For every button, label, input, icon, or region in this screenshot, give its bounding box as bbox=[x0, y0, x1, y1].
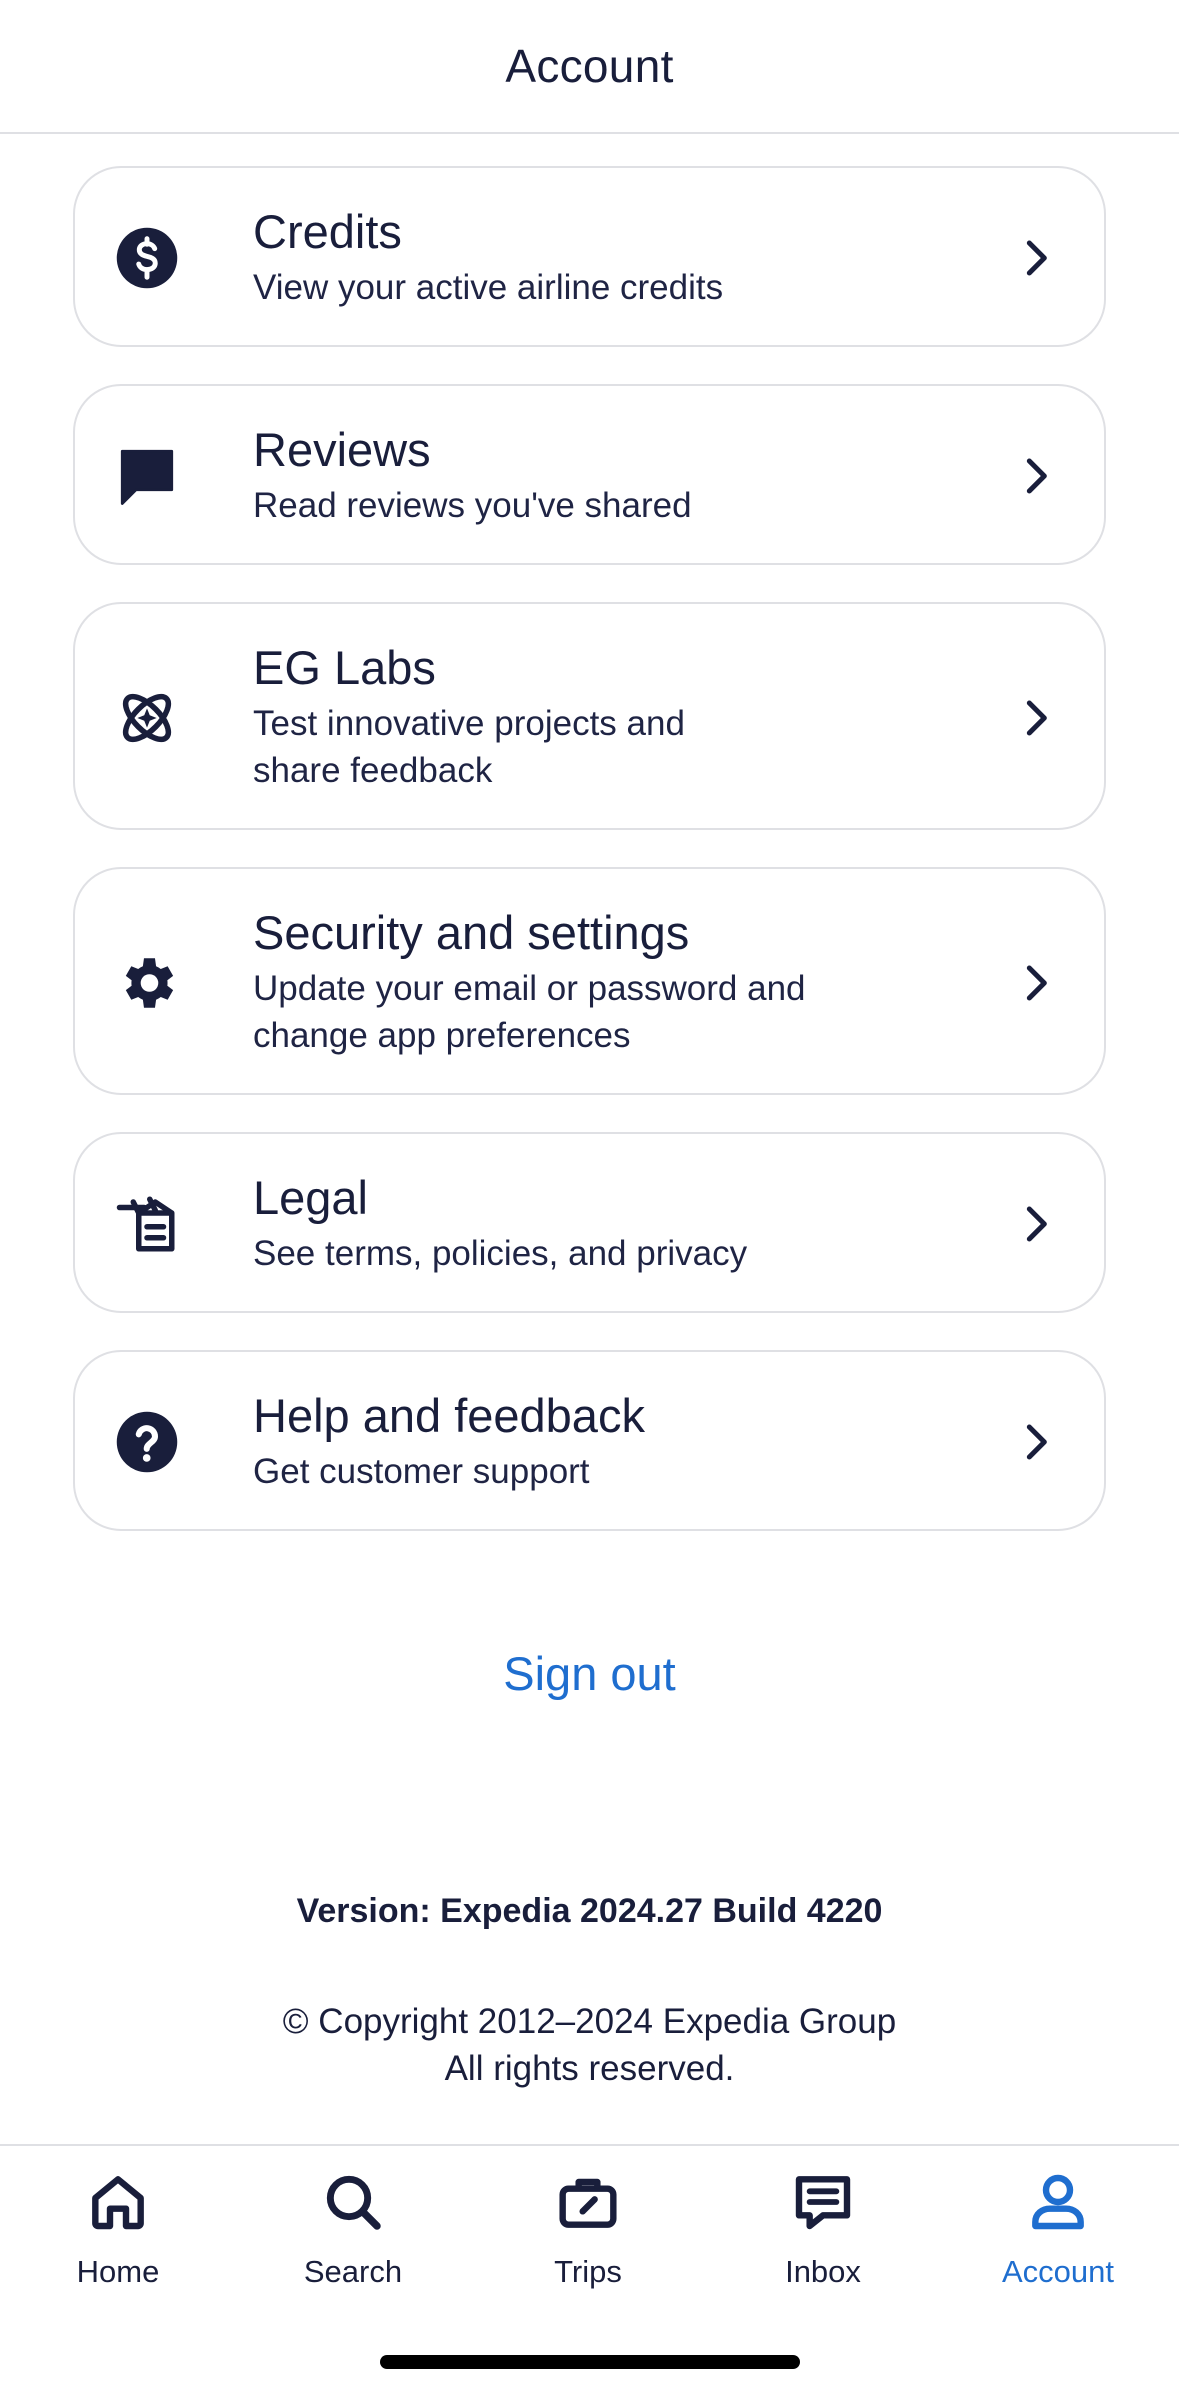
tab-search[interactable]: Search bbox=[235, 2146, 471, 2316]
card-subtitle: View your active airline credits bbox=[253, 268, 724, 307]
card-subtitle: See terms, policies, and privacy bbox=[253, 1234, 748, 1273]
security-settings-card[interactable]: Security and settings Update your email … bbox=[73, 867, 1106, 1095]
chat-bubble-icon bbox=[111, 440, 183, 512]
chevron-right-icon bbox=[1016, 963, 1056, 1003]
card-title: Legal bbox=[253, 1171, 368, 1224]
search-icon bbox=[326, 2175, 381, 2230]
gear-icon bbox=[111, 947, 183, 1019]
card-subtitle: Update your email or password and change… bbox=[253, 969, 806, 1055]
chevron-right-icon bbox=[1016, 698, 1056, 738]
eg-labs-card[interactable]: EG Labs Test innovative projects and sha… bbox=[73, 602, 1106, 830]
home-indicator[interactable] bbox=[380, 2355, 800, 2369]
suitcase-icon bbox=[559, 2178, 617, 2228]
card-subtitle: Get customer support bbox=[253, 1452, 590, 1491]
card-title: Help and feedback bbox=[253, 1389, 645, 1442]
tab-label: Account bbox=[1001, 2254, 1114, 2289]
card-title: Credits bbox=[253, 205, 402, 258]
chevron-right-icon bbox=[1016, 1422, 1056, 1462]
legal-document-icon bbox=[111, 1188, 183, 1260]
tab-label: Inbox bbox=[785, 2254, 861, 2289]
card-subtitle: Test innovative projects and share feedb… bbox=[253, 704, 685, 790]
version-text: Version: Expedia 2024.27 Build 4220 bbox=[296, 1892, 883, 1930]
home-icon bbox=[92, 2176, 144, 2230]
tab-label: Search bbox=[303, 2254, 403, 2289]
tab-home[interactable]: Home bbox=[0, 2146, 236, 2316]
chevron-right-icon bbox=[1016, 238, 1056, 278]
tab-inbox[interactable]: Inbox bbox=[705, 2146, 941, 2316]
credits-card[interactable]: Credits View your active airline credits bbox=[73, 166, 1106, 347]
account-icon bbox=[1032, 2174, 1084, 2230]
copyright-text: © Copyright 2012–2024 Expedia Group All … bbox=[282, 2002, 897, 2088]
dollar-circle-icon bbox=[111, 222, 183, 294]
page-title: Account bbox=[505, 40, 674, 92]
header: Account bbox=[0, 0, 1179, 134]
legal-card[interactable]: Legal See terms, policies, and privacy bbox=[73, 1132, 1106, 1313]
card-title: Reviews bbox=[253, 423, 431, 476]
card-title: EG Labs bbox=[253, 641, 436, 694]
atom-icon bbox=[111, 682, 183, 754]
tab-label: Home bbox=[76, 2254, 160, 2289]
tab-label: Trips bbox=[554, 2254, 622, 2289]
card-subtitle: Read reviews you've shared bbox=[253, 486, 692, 525]
inbox-icon bbox=[795, 2176, 851, 2230]
chevron-right-icon bbox=[1016, 456, 1056, 496]
tab-account[interactable]: Account bbox=[940, 2146, 1176, 2316]
help-feedback-card[interactable]: Help and feedback Get customer support bbox=[73, 1350, 1106, 1531]
tab-trips[interactable]: Trips bbox=[470, 2146, 706, 2316]
question-circle-icon bbox=[111, 1406, 183, 1478]
reviews-card[interactable]: Reviews Read reviews you've shared bbox=[73, 384, 1106, 565]
card-title: Security and settings bbox=[253, 906, 690, 959]
chevron-right-icon bbox=[1016, 1204, 1056, 1244]
sign-out-button[interactable]: Sign out bbox=[0, 1646, 1179, 1701]
